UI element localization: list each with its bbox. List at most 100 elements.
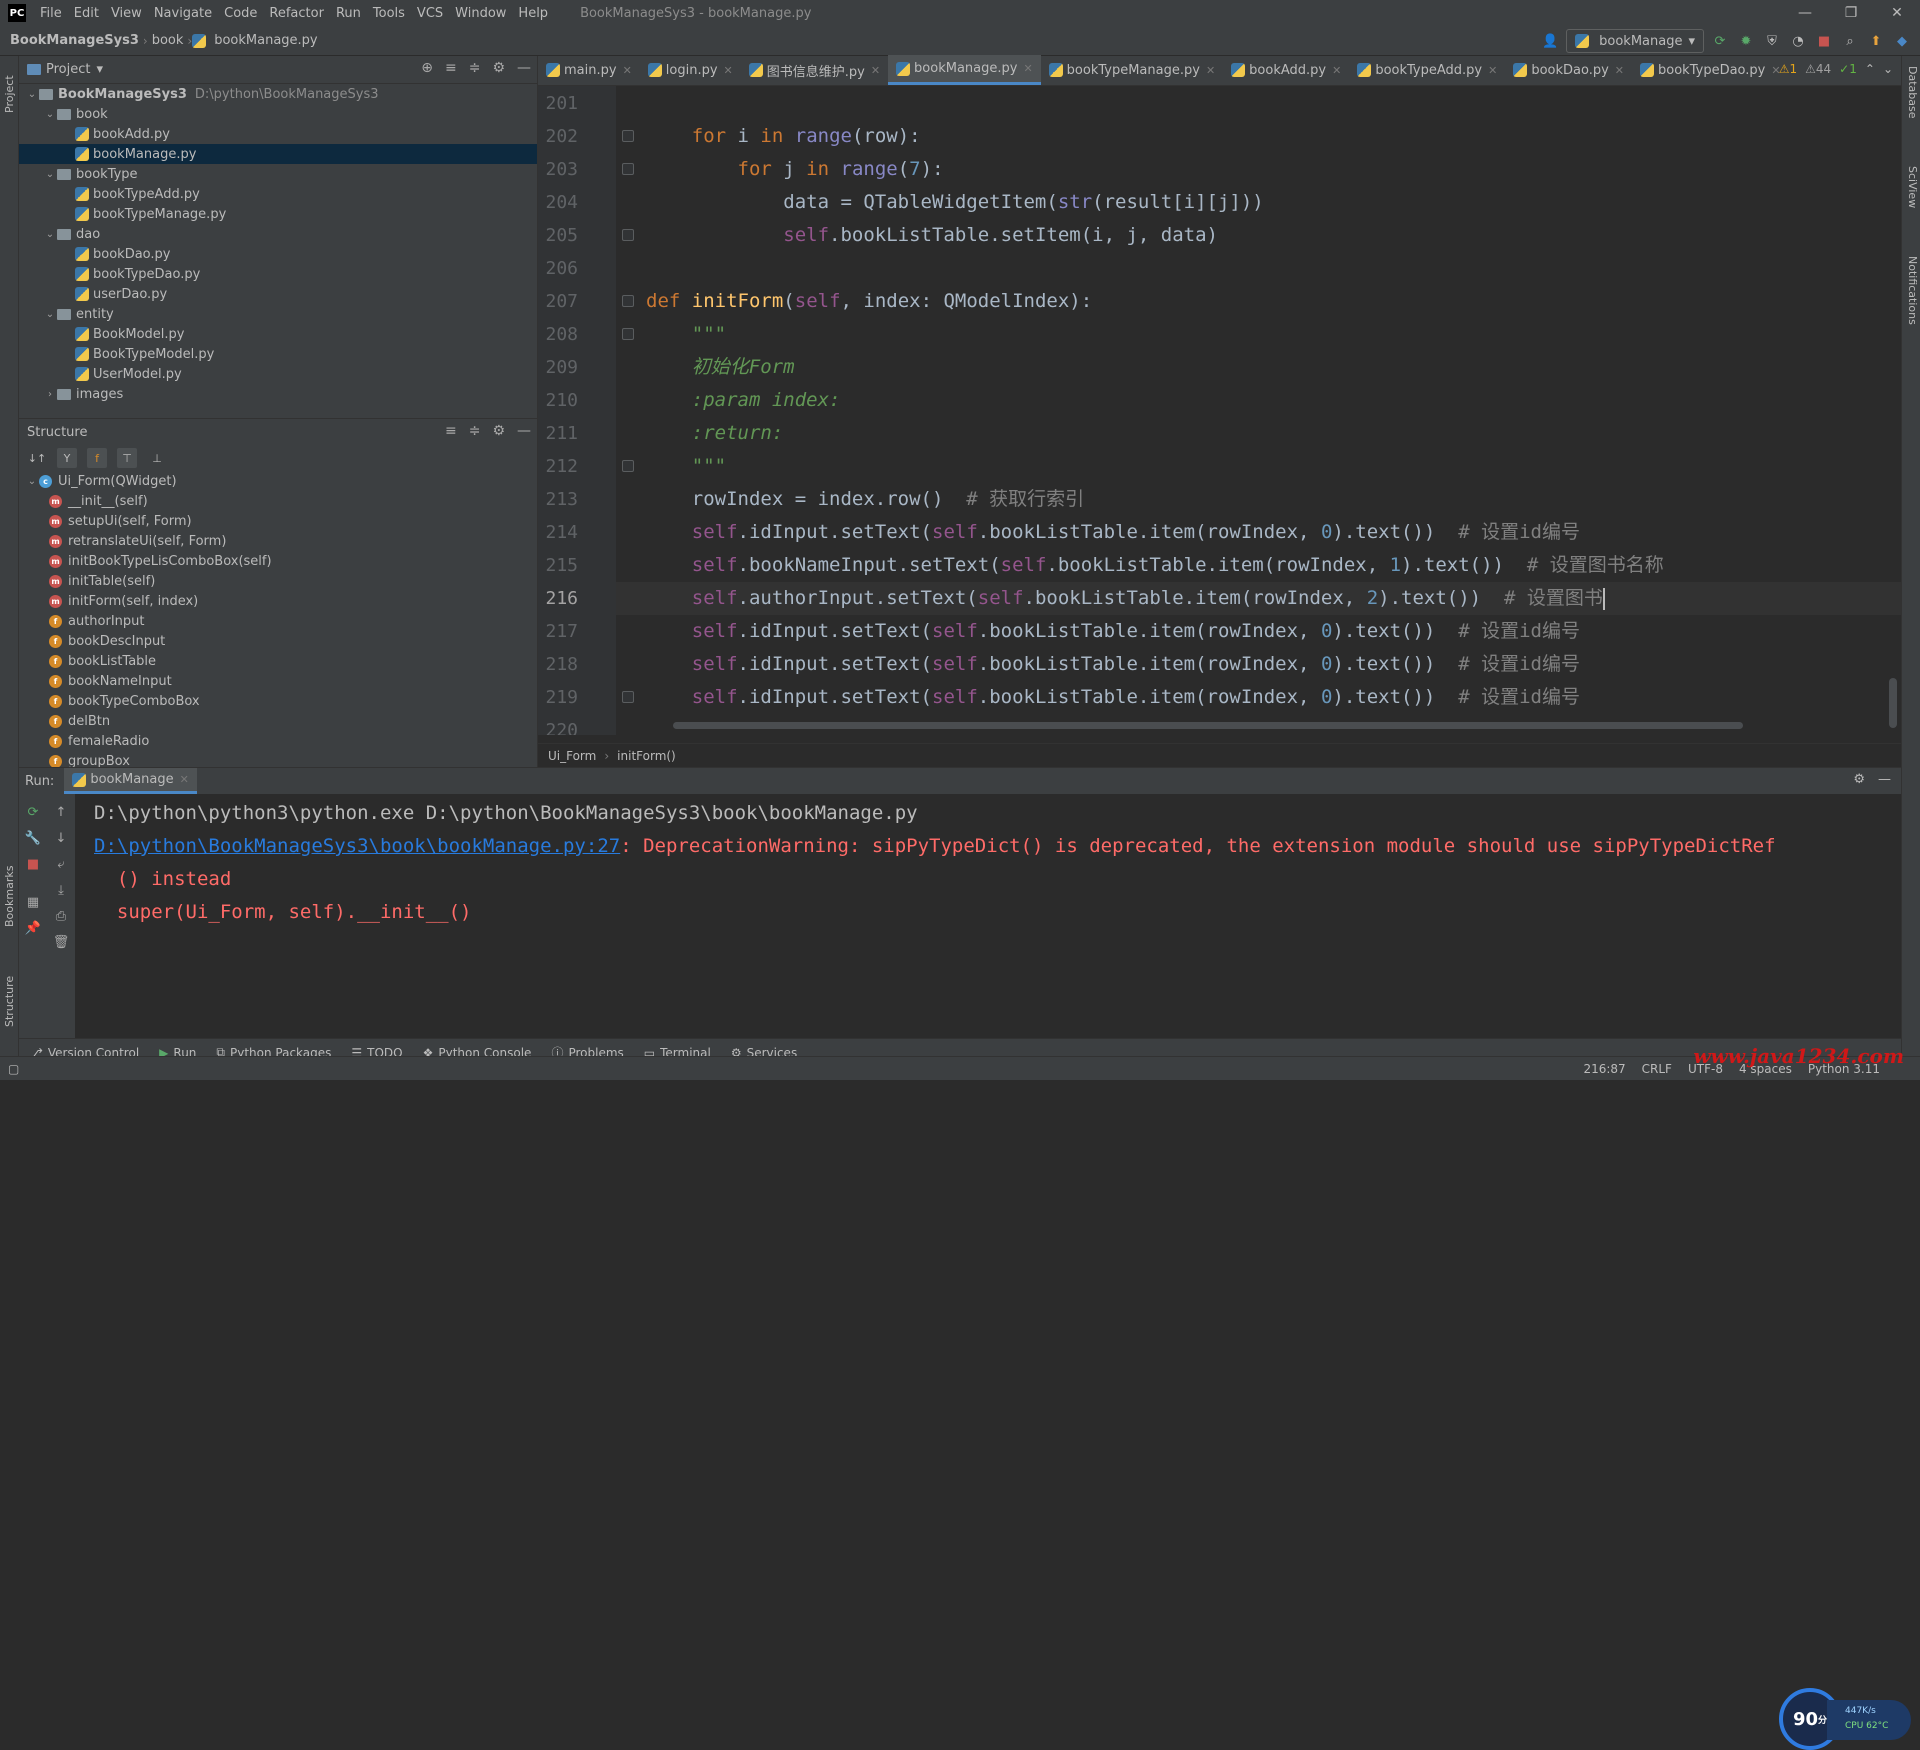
console-line[interactable]: () instead — [94, 868, 231, 890]
menu-tools[interactable]: Tools — [367, 6, 411, 21]
anchor-icon[interactable]: ⊥ — [147, 448, 167, 468]
tree-item[interactable]: userDao.py — [19, 284, 537, 304]
editor-tab[interactable]: bookTypeDao.py ✕ — [1632, 55, 1789, 85]
code-line[interactable]: for i in range(row): — [646, 120, 921, 153]
fold-marker-icon[interactable] — [622, 328, 634, 340]
editor-tab[interactable]: bookDao.py ✕ — [1505, 55, 1632, 85]
chevron-down-icon[interactable]: ⌄ — [43, 229, 57, 240]
fold-marker-icon[interactable] — [622, 163, 634, 175]
chevron-down-icon[interactable]: ⌄ — [25, 476, 39, 487]
tool-tab-database[interactable]: Database — [1902, 66, 1919, 146]
close-icon[interactable]: ✕ — [180, 773, 189, 786]
chevron-down-icon[interactable]: ▾ — [96, 62, 103, 77]
minimize-icon[interactable]: — — [1782, 0, 1828, 26]
editor-tab[interactable]: bookManage.py ✕ — [888, 55, 1041, 85]
breadcrumb-project[interactable]: BookManageSys3 — [6, 33, 143, 48]
code-line[interactable]: self.authorInput.setText(self.bookListTa… — [646, 582, 1605, 615]
code-line[interactable]: :param index: — [646, 384, 841, 417]
tree-item[interactable]: bookTypeManage.py — [19, 204, 537, 224]
run-tab[interactable]: bookManage ✕ — [64, 768, 197, 794]
cursor-position[interactable]: 216:87 — [1583, 1062, 1625, 1076]
structure-item[interactable]: f authorInput — [19, 611, 537, 631]
project-panel-title[interactable]: Project — [46, 62, 90, 77]
hide-icon[interactable]: — — [517, 60, 531, 76]
chevron-down-icon[interactable]: ⌄ — [43, 169, 57, 180]
console-line[interactable]: super(Ui_Form, self).__init__() — [94, 901, 472, 923]
menu-code[interactable]: Code — [218, 6, 263, 21]
pin-icon[interactable]: 📌 — [23, 918, 43, 938]
horizontal-scrollbar[interactable] — [673, 722, 1743, 729]
fold-marker-icon[interactable] — [622, 130, 634, 142]
menu-edit[interactable]: Edit — [68, 6, 105, 21]
close-icon[interactable]: ✕ — [724, 64, 733, 77]
rerun-icon[interactable]: ⟳ — [23, 802, 43, 822]
layout-toggle-icon[interactable]: ▢ — [8, 1062, 19, 1076]
chevron-down-icon[interactable]: ⌄ — [1883, 62, 1893, 76]
structure-item[interactable]: f delBtn — [19, 711, 537, 731]
close-icon[interactable]: ✕ — [1615, 64, 1624, 77]
inspection-widget[interactable]: ⚠1 ⚠44 ✓1 ⌃ ⌄ — [1779, 62, 1893, 76]
code-line[interactable]: :return: — [646, 417, 784, 450]
tree-item[interactable]: BookModel.py — [19, 324, 537, 344]
tree-item[interactable]: bookAdd.py — [19, 124, 537, 144]
structure-item[interactable]: f bookDescInput — [19, 631, 537, 651]
ide-logo-icon[interactable]: ◆ — [1892, 31, 1912, 51]
chevron-down-icon[interactable]: ⌄ — [43, 309, 57, 320]
structure-item[interactable]: f bookNameInput — [19, 671, 537, 691]
user-icon[interactable]: 👤 — [1540, 31, 1560, 51]
editor-tab[interactable]: bookTypeAdd.py ✕ — [1349, 55, 1505, 85]
menu-view[interactable]: View — [105, 6, 148, 21]
code-line[interactable]: data = QTableWidgetItem(str(result[i][j]… — [646, 186, 1263, 219]
tool-tab-sciview[interactable]: SciView — [1902, 166, 1919, 236]
line-separator[interactable]: CRLF — [1642, 1062, 1672, 1076]
coverage-icon[interactable]: ⛨ — [1762, 31, 1782, 51]
debug-icon[interactable]: ✹ — [1736, 31, 1756, 51]
structure-item[interactable]: f bookTypeComboBox — [19, 691, 537, 711]
menu-file[interactable]: File — [34, 6, 68, 21]
code-line[interactable]: self.idInput.setText(self.bookListTable.… — [646, 516, 1580, 549]
close-icon[interactable]: ✕ — [1023, 62, 1032, 75]
tool-tab-notifications[interactable]: Notifications — [1902, 256, 1919, 356]
restore-icon[interactable]: ❐ — [1828, 0, 1874, 26]
breadcrumb-folder[interactable]: book — [148, 33, 188, 48]
structure-item[interactable]: ⌄ c Ui_Form(QWidget) — [19, 471, 537, 491]
rerun-icon[interactable]: ⟳ — [1710, 31, 1730, 51]
sort-alpha-icon[interactable]: ↓↑ — [27, 448, 47, 468]
code-breadcrumb-function[interactable]: initForm() — [617, 749, 676, 763]
tree-item[interactable]: bookManage.py — [19, 144, 537, 164]
code-line[interactable]: self.idInput.setText(self.bookListTable.… — [646, 615, 1580, 648]
menu-vcs[interactable]: VCS — [411, 6, 449, 21]
fold-marker-icon[interactable] — [622, 460, 634, 472]
code-line[interactable]: self.idInput.setText(self.bookListTable.… — [646, 648, 1580, 681]
trash-icon[interactable]: 🗑 — [51, 932, 71, 952]
editor-tab[interactable]: login.py ✕ — [640, 55, 741, 85]
chevron-down-icon[interactable]: ⌄ — [43, 109, 57, 120]
code-line[interactable]: rowIndex = index.row() # 获取行索引 — [646, 483, 1084, 516]
code-line[interactable]: self.bookListTable.setItem(i, j, data) — [646, 219, 1218, 252]
tree-item[interactable]: bookDao.py — [19, 244, 537, 264]
tree-item[interactable]: › images — [19, 384, 537, 404]
close-icon[interactable]: ✕ — [1874, 0, 1920, 26]
editor-tab[interactable]: main.py ✕ — [538, 55, 640, 85]
close-icon[interactable]: ✕ — [871, 64, 880, 77]
gear-icon[interactable]: ⚙ — [492, 60, 505, 76]
tool-tab-structure[interactable]: Structure — [1, 961, 18, 1041]
fold-marker-icon[interactable] — [622, 691, 634, 703]
editor-tab[interactable]: 图书信息维护.py ✕ — [741, 55, 888, 85]
menu-navigate[interactable]: Navigate — [148, 6, 218, 21]
menu-run[interactable]: Run — [330, 6, 367, 21]
gear-icon[interactable]: ⚙ — [492, 423, 505, 439]
tree-item[interactable]: ⌄ BookManageSys3 D:\python\BookManageSys3 — [19, 84, 537, 104]
tree-item[interactable]: BookTypeModel.py — [19, 344, 537, 364]
filter-icon[interactable]: ⊤ — [117, 448, 137, 468]
tree-item[interactable]: ⌄ entity — [19, 304, 537, 324]
print-icon[interactable]: ⎙ — [51, 906, 71, 926]
console-line[interactable]: D:\python\python3\python.exe D:\python\B… — [94, 802, 918, 824]
code-line[interactable]: """ — [646, 318, 726, 351]
arrow-up-icon[interactable]: ↑ — [51, 802, 71, 822]
close-icon[interactable]: ✕ — [623, 64, 632, 77]
hide-icon[interactable]: — — [1878, 772, 1891, 787]
code-line[interactable]: self.idInput.setText(self.bookListTable.… — [646, 681, 1580, 714]
collapse-all-icon[interactable]: ≑ — [469, 423, 481, 439]
arrow-down-icon[interactable]: ↓ — [51, 828, 71, 848]
